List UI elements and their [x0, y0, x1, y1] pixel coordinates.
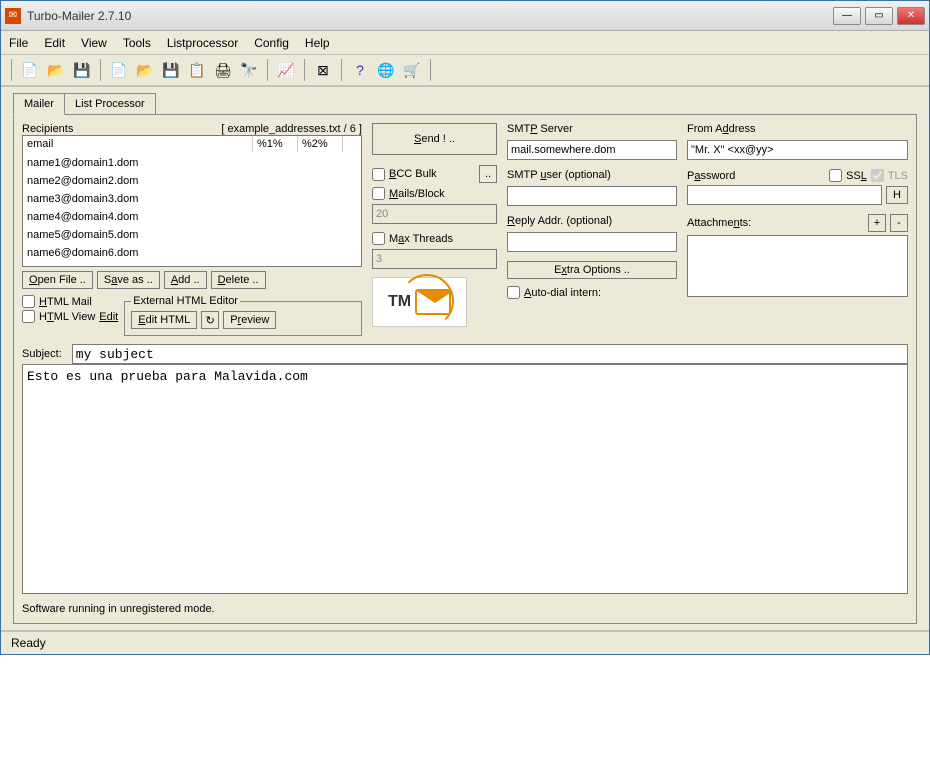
tab-pane-mailer: Recipients [ example_addresses.txt / 6 ]…: [13, 114, 917, 624]
smtp-server-label: SMTP Server: [507, 123, 677, 135]
save-as-button[interactable]: Save as ..: [97, 271, 160, 289]
add-button[interactable]: Add ..: [164, 271, 207, 289]
chart-icon[interactable]: 📈: [276, 60, 296, 80]
tab-mailer[interactable]: Mailer: [13, 93, 65, 115]
max-threads-checkbox[interactable]: Max Threads: [372, 232, 497, 245]
tab-listprocessor[interactable]: List Processor: [64, 93, 156, 115]
maximize-button[interactable]: ▭: [865, 7, 893, 25]
subject-label: Subject:: [22, 348, 62, 360]
h-button[interactable]: H: [886, 186, 908, 204]
new-doc2-icon[interactable]: 📄: [109, 60, 129, 80]
mails-block-input[interactable]: [372, 204, 497, 224]
bcc-bulk-more-button[interactable]: ..: [479, 165, 497, 183]
send-button[interactable]: Send ! ..: [372, 123, 497, 155]
list-item[interactable]: name6@domain6.dom: [27, 244, 357, 262]
cart-icon[interactable]: 🛒: [402, 60, 422, 80]
save-icon[interactable]: 💾: [72, 60, 92, 80]
list-item[interactable]: name1@domain1.dom: [27, 154, 357, 172]
menu-config[interactable]: Config: [254, 36, 289, 50]
menu-tools[interactable]: Tools: [123, 36, 151, 50]
menu-listprocessor[interactable]: Listprocessor: [167, 36, 238, 50]
open-folder2-icon[interactable]: 📂: [135, 60, 155, 80]
delete-button[interactable]: Delete ..: [211, 271, 266, 289]
menu-help[interactable]: Help: [305, 36, 330, 50]
tm-logo: TM: [372, 277, 467, 327]
attachments-list[interactable]: [687, 235, 908, 297]
refresh-icon[interactable]: ↻: [201, 311, 219, 329]
list-item[interactable]: name2@domain2.dom: [27, 172, 357, 190]
help-icon[interactable]: ?: [350, 60, 370, 80]
footer-notice: Software running in unregistered mode.: [22, 603, 908, 615]
menu-file[interactable]: File: [9, 36, 28, 50]
save2-icon[interactable]: 💾: [161, 60, 181, 80]
from-address-label: From Address: [687, 123, 908, 135]
reply-addr-label: Reply Addr. (optional): [507, 215, 677, 227]
html-edit-link[interactable]: Edit: [99, 311, 118, 323]
open-folder-icon[interactable]: 📂: [46, 60, 66, 80]
list-item[interactable]: name3@domain3.dom: [27, 190, 357, 208]
menu-edit[interactable]: Edit: [44, 36, 65, 50]
extra-options-button[interactable]: Extra Options ..: [507, 261, 677, 279]
password-label: Password: [687, 170, 735, 182]
recipients-label: Recipients: [22, 123, 73, 135]
smtp-server-input[interactable]: [507, 140, 677, 160]
list-item[interactable]: name4@domain4.dom: [27, 208, 357, 226]
html-view-checkbox[interactable]: HTML View: [22, 310, 95, 323]
close-button[interactable]: ✕: [897, 7, 925, 25]
max-threads-input[interactable]: [372, 249, 497, 269]
reply-addr-input[interactable]: [507, 232, 677, 252]
toolbar: 📄 📂 💾 📄 📂 💾 📋 🖨 🔭 📈 ⊠ ? 🌐 🛒: [1, 55, 929, 87]
window-title: Turbo-Mailer 2.7.10: [27, 9, 131, 23]
body-textarea[interactable]: [22, 364, 908, 594]
col-pct1[interactable]: %1%: [253, 136, 298, 152]
binocular-icon[interactable]: 🔭: [239, 60, 259, 80]
subject-input[interactable]: [72, 344, 908, 364]
minimize-button[interactable]: —: [833, 7, 861, 25]
html-mail-checkbox[interactable]: HTML Mail: [22, 295, 118, 308]
bcc-bulk-checkbox[interactable]: BCC Bulk: [372, 168, 437, 181]
statusbar: Ready: [1, 630, 929, 654]
status-text: Ready: [11, 636, 46, 650]
recipients-table[interactable]: email %1% %2% name1@domain1.dom name2@do…: [22, 135, 362, 267]
menubar: File Edit View Tools Listprocessor Confi…: [1, 31, 929, 55]
attach-add-button[interactable]: +: [868, 214, 886, 232]
from-address-input[interactable]: [687, 140, 908, 160]
open-file-button[interactable]: Open File ..: [22, 271, 93, 289]
app-icon: ✉: [5, 8, 21, 24]
password-input[interactable]: [687, 185, 882, 205]
titlebar[interactable]: ✉ Turbo-Mailer 2.7.10 — ▭ ✕: [1, 1, 929, 31]
col-email[interactable]: email: [23, 136, 253, 152]
smtp-user-label: SMTP user (optional): [507, 169, 677, 181]
app-window: ✉ Turbo-Mailer 2.7.10 — ▭ ✕ File Edit Vi…: [0, 0, 930, 655]
stop-icon[interactable]: ⊠: [313, 60, 333, 80]
tls-checkbox: TLS: [871, 169, 908, 182]
mails-block-checkbox[interactable]: Mails/Block: [372, 187, 497, 200]
new-doc-icon[interactable]: 📄: [20, 60, 40, 80]
menu-view[interactable]: View: [81, 36, 107, 50]
col-pct2[interactable]: %2%: [298, 136, 343, 152]
attach-remove-button[interactable]: -: [890, 214, 908, 232]
autodial-checkbox[interactable]: Auto-dial intern:: [507, 286, 677, 299]
edit-html-button[interactable]: Edit HTML: [131, 311, 197, 329]
list-item[interactable]: name5@domain5.dom: [27, 226, 357, 244]
preview-button[interactable]: Preview: [223, 311, 276, 329]
clipboard-icon[interactable]: 📋: [187, 60, 207, 80]
globe-help-icon[interactable]: 🌐: [376, 60, 396, 80]
printer-icon[interactable]: 🖨: [213, 60, 233, 80]
attachments-label: Attachments:: [687, 217, 751, 229]
ssl-checkbox[interactable]: SSL: [829, 169, 867, 182]
smtp-user-input[interactable]: [507, 186, 677, 206]
editor-legend: External HTML Editor: [131, 295, 240, 307]
recipients-summary: [ example_addresses.txt / 6 ]: [221, 123, 362, 135]
